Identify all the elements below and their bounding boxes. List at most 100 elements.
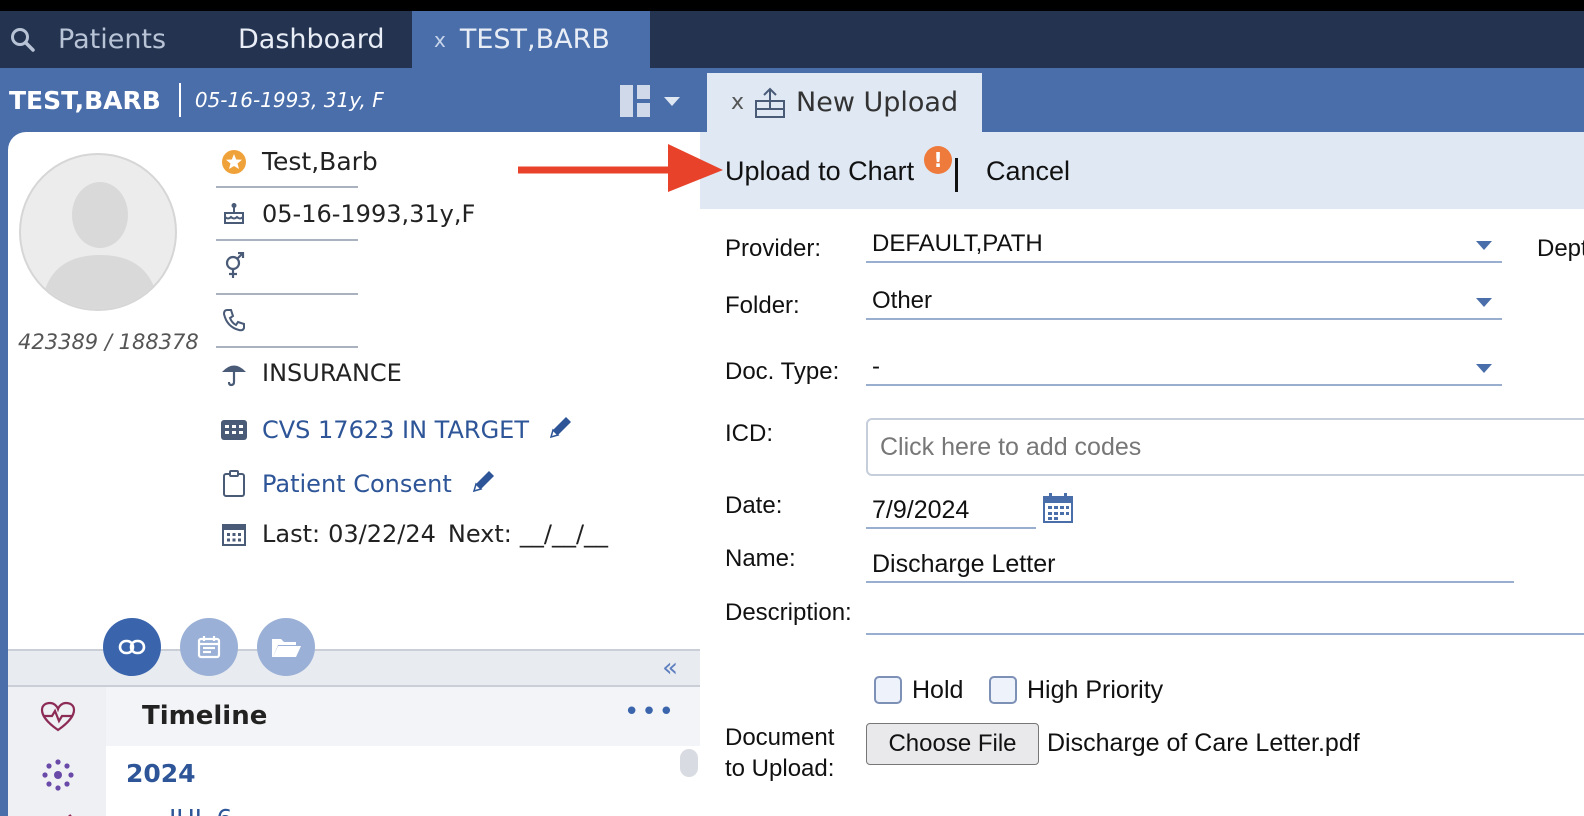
date-value: 7/9/2024 [872,496,970,524]
description-input[interactable] [866,599,1584,635]
high-priority-checkbox[interactable] [989,676,1017,704]
divider [216,293,358,295]
close-tab-icon[interactable]: x [731,90,744,115]
folder-select[interactable]: Other [866,286,1502,320]
patient-dob: 05-16-1993,31y,F [262,200,476,228]
provider-select[interactable]: DEFAULT,PATH [866,229,1502,263]
link-icon [118,639,146,655]
patient-display-name: Test,Barb [262,147,378,176]
chevron-down-icon [664,96,680,106]
upload-icon [754,87,786,119]
timeline-year[interactable]: 2024 [126,759,196,788]
pharmacy-link[interactable]: CVS 17623 IN TARGET [262,416,529,444]
description-label: Description: [725,599,852,626]
header-divider [178,83,181,117]
trend-chart-icon[interactable] [38,809,78,816]
star-badge-icon [216,149,252,175]
calendar-button[interactable] [180,618,238,676]
timeline-title: Timeline [142,701,268,731]
divider [216,239,358,241]
date-label: Date: [725,492,783,519]
folder-label: Folder: [725,292,800,319]
patient-name-row: Test,Barb [216,147,378,176]
tab-patients[interactable]: Patients [0,11,205,68]
choose-file-button[interactable]: Choose File [866,723,1039,765]
patient-header: TEST,BARB 05-16-1993, 31y, F [0,68,700,132]
more-options-icon[interactable]: ••• [624,697,676,727]
timeline-header: Timeline ••• [106,687,700,746]
edit-pharmacy-pencil-icon[interactable] [547,413,575,447]
calendar-icon [216,521,252,547]
patient-dob-row: 05-16-1993,31y,F [216,200,475,228]
upload-form: Provider: DEFAULT,PATH Dept: Folder: Oth… [700,209,1584,816]
upload-toolbar: Upload to Chart ! Cancel [700,132,1584,209]
last-visit-label: Last: [262,520,321,548]
link-button[interactable] [103,618,161,676]
last-visit-value: 03/22/24 [328,520,436,548]
hold-checkbox[interactable] [874,676,902,704]
divider [216,346,358,348]
timeline-scrollbar[interactable] [680,749,698,777]
folder-button[interactable] [257,618,315,676]
red-arrow-annotation [518,144,723,192]
timeline-entry-date[interactable]: — JUL 6 [136,804,232,816]
upload-to-chart-button[interactable]: Upload to Chart [725,156,914,187]
folder-open-icon [272,639,301,657]
name-value: Discharge Letter [872,550,1056,578]
app-tabs-bar: Patients Dashboard x TEST,BARB [0,11,1584,68]
tab-new-upload[interactable]: x New Upload [707,73,982,132]
edit-consent-pencil-icon[interactable] [470,467,498,501]
chevron-down-icon [1476,298,1492,307]
heart-pulse-icon[interactable] [38,697,78,737]
cancel-button[interactable]: Cancel [986,156,1070,187]
clipboard-icon [216,470,252,498]
doc-type-select[interactable]: - [866,352,1502,386]
patient-consent-link[interactable]: Patient Consent [262,470,452,498]
pharmacy-building-icon [216,418,252,442]
icd-field[interactable] [866,418,1584,476]
folder-value: Other [872,287,933,314]
next-visit-label: Next: [447,520,512,548]
tab-dashboard[interactable]: Dashboard [210,11,410,68]
tab-patient-test-barb[interactable]: x TEST,BARB [412,11,650,68]
name-input[interactable]: Discharge Letter [866,547,1514,583]
document-upload-label-line1: Document [725,724,835,751]
toolbar-divider [955,158,958,192]
patient-header-name: TEST,BARB [9,85,161,115]
provider-value: DEFAULT,PATH [872,230,1043,257]
selected-file-name: Discharge of Care Letter.pdf [1047,729,1360,757]
tab-label: New Upload [796,87,959,118]
alert-icon: ! [924,146,952,174]
cluster-dots-icon[interactable] [38,755,78,795]
patient-mrn: 423389 / 188378 [18,330,199,354]
side-icon-rail [8,687,106,816]
upload-panel: x New Upload Upload to Chart ! Cancel Pr… [700,68,1584,816]
avatar[interactable] [19,153,177,311]
doc-type-value: - [872,353,880,380]
patient-phone-row [216,307,262,333]
patient-appointments-row: Last: 03/22/24 Next: __/__/__ [216,520,608,548]
collapse-icon[interactable]: « [662,653,678,683]
person-silhouette-icon [41,182,159,309]
tab-label: Patients [58,24,167,55]
layout-icon [620,85,650,117]
date-picker-calendar-icon[interactable] [1042,492,1074,528]
doc-type-label: Doc. Type: [725,358,840,385]
close-tab-icon[interactable]: x [434,28,446,52]
calendar-icon [197,636,221,659]
document-upload-label-line2: to Upload: [725,755,835,782]
birthday-cake-icon [216,201,252,227]
date-input[interactable]: 7/9/2024 [866,493,1036,529]
icd-input[interactable] [868,420,1584,474]
search-icon [11,27,35,52]
gender-icon [216,252,252,280]
top-strip [0,0,1584,11]
layout-toggle-button[interactable] [620,85,680,117]
tab-label: Dashboard [238,24,385,55]
hold-label: Hold [912,676,964,704]
patient-insurance: INSURANCE [262,359,402,387]
dept-label: Dept: [1537,235,1584,262]
patient-card: 423389 / 188378 Test,Barb 05-16-1993,31y… [8,132,700,816]
patient-pharmacy-row: CVS 17623 IN TARGET [216,413,575,447]
chevron-down-icon [1476,241,1492,250]
